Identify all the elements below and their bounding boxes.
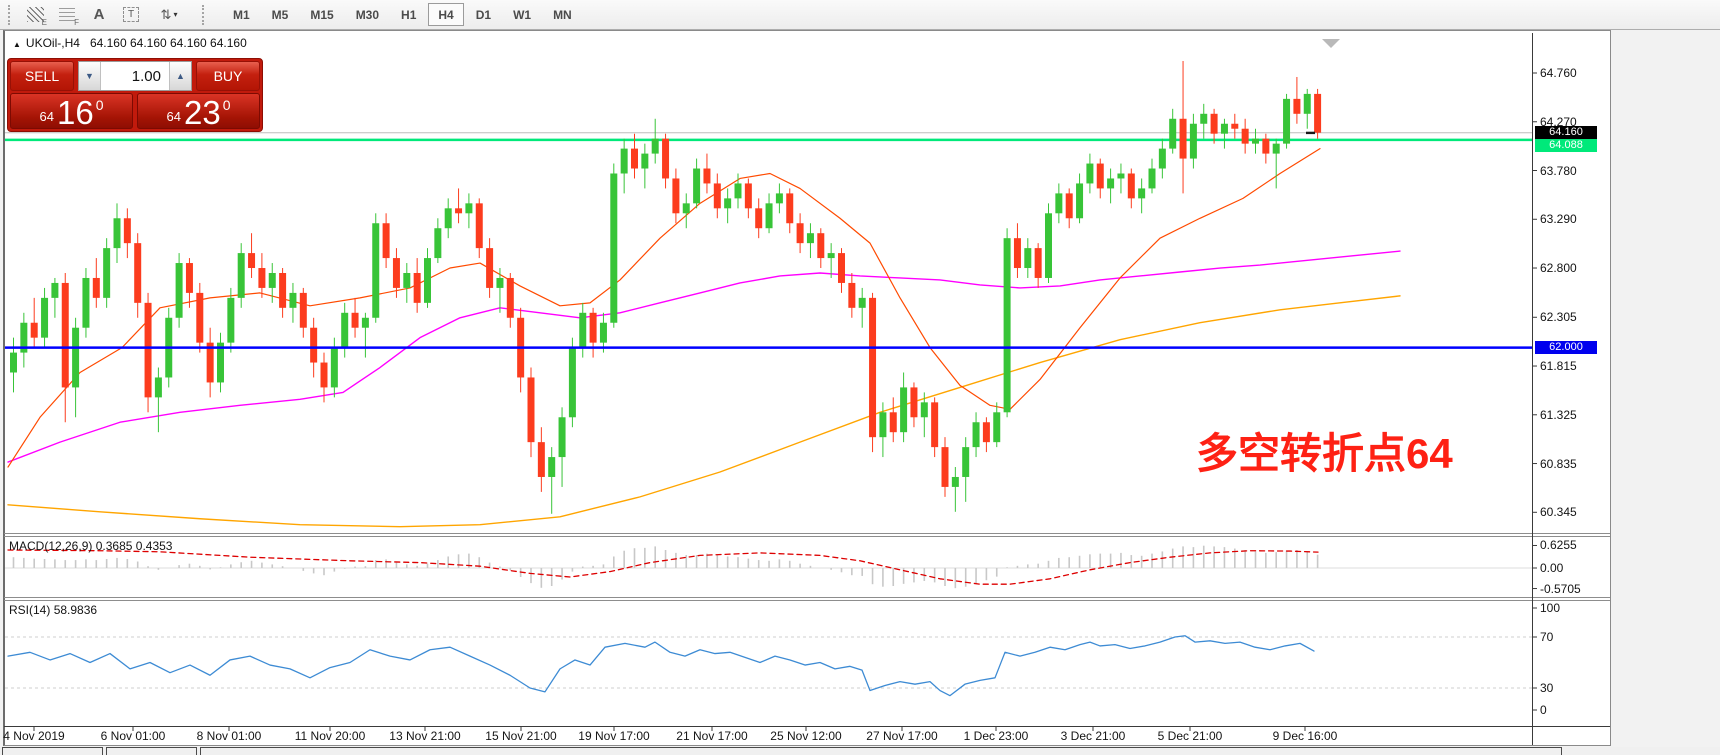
bottom-window-strip: [0, 747, 1720, 755]
sell-button[interactable]: SELL: [10, 61, 74, 91]
macd-axis-label: -0.5705: [1540, 581, 1581, 596]
time-axis-label: 15 Nov 21:00: [485, 729, 557, 743]
time-axis-label: 1 Dec 23:00: [963, 729, 1029, 743]
rsi-axis-label: 100: [1540, 601, 1561, 615]
price-axis-label: 62.800: [1540, 261, 1577, 276]
one-click-trading-panel: SELL ▼ ▲ BUY 64160 64230: [7, 58, 263, 132]
time-axis-label: 21 Nov 17:00: [676, 729, 748, 743]
time-axis-label: 11 Nov 20:00: [294, 729, 366, 743]
ma-slow-orange-line: [7, 295, 1401, 528]
time-axis-label: 8 Nov 01:00: [196, 729, 262, 743]
buy-button[interactable]: BUY: [196, 61, 260, 91]
chart-title: ▲ UKOil-,H4 64.160 64.160 64.160 64.160: [13, 36, 247, 50]
volume-decrease-button[interactable]: ▼: [79, 62, 101, 90]
level-price-badge: 62.000: [1535, 341, 1597, 355]
symbol-arrow-icon: ▲: [13, 40, 21, 49]
macd-axis-label: 0.00: [1540, 561, 1564, 575]
rsi-axis-label: 70: [1540, 630, 1554, 644]
price-axis-label: 64.760: [1540, 66, 1577, 80]
price-axis-label: 60.835: [1540, 456, 1577, 471]
volume-increase-button[interactable]: ▲: [169, 62, 191, 90]
ask-price-badge: 64.088: [1535, 138, 1597, 152]
symbol-period: UKOil-,H4: [25, 36, 80, 50]
time-axis-label: 13 Nov 21:00: [389, 729, 461, 743]
price-axis-label: 63.780: [1540, 163, 1577, 178]
time-axis-label: 27 Nov 17:00: [866, 729, 938, 743]
time-axis-label: 4 Nov 2019: [3, 729, 65, 743]
rsi-label: RSI(14) 58.9836: [9, 603, 98, 617]
taskbar-fragment: [200, 747, 1562, 755]
ma-mid-magenta-line: [7, 250, 1401, 463]
rsi-line: [7, 635, 1315, 697]
last-price-dash: [1306, 131, 1315, 135]
taskbar-fragment: [2, 747, 103, 755]
time-axis-label: 19 Nov 17:00: [578, 729, 650, 743]
time-axis-label: 3 Dec 21:00: [1060, 729, 1126, 743]
current-price-badge: 64.160: [1535, 125, 1597, 139]
time-axis-label: 25 Nov 12:00: [770, 729, 842, 743]
buy-price-box[interactable]: 64 23 0: [137, 93, 260, 129]
macd-axis-label: 0.6255: [1540, 538, 1577, 553]
taskbar-fragment: [106, 747, 197, 755]
time-axis-label: 9 Dec 16:00: [1272, 729, 1338, 743]
ohlc-values: 64.160 64.160 64.160 64.160: [89, 36, 247, 50]
price-axis-label: 61.325: [1540, 407, 1577, 422]
price-axis-label: 60.345: [1540, 505, 1577, 520]
volume-input[interactable]: [101, 62, 169, 90]
rsi-axis-label: 30: [1540, 681, 1554, 695]
time-axis-label: 5 Dec 21:00: [1157, 729, 1223, 743]
rsi-axis-label: 0: [1540, 703, 1547, 717]
time-axis-label: 6 Nov 01:00: [100, 729, 166, 743]
mt4-terminal: E F A T ⇅ ▾ M1 M5 M15 M30 H1 H4 D1 W1 MN ▲ UKOil-…: [0, 0, 1720, 755]
macd-label: MACD(12,26,9) 0.3685 0.4353: [9, 539, 173, 553]
sell-price-box[interactable]: 64 16 0: [10, 93, 133, 129]
chart-annotation-text[interactable]: 多空转折点64: [1196, 420, 1453, 481]
price-axis-label: 63.290: [1540, 212, 1577, 227]
ma-fast-red-line: [7, 148, 1321, 468]
price-axis-label: 62.305: [1540, 310, 1577, 325]
chart-shift-marker-icon: [1322, 39, 1340, 48]
macd-histogram: [12, 545, 1319, 589]
price-axis-label: 61.815: [1540, 359, 1577, 374]
